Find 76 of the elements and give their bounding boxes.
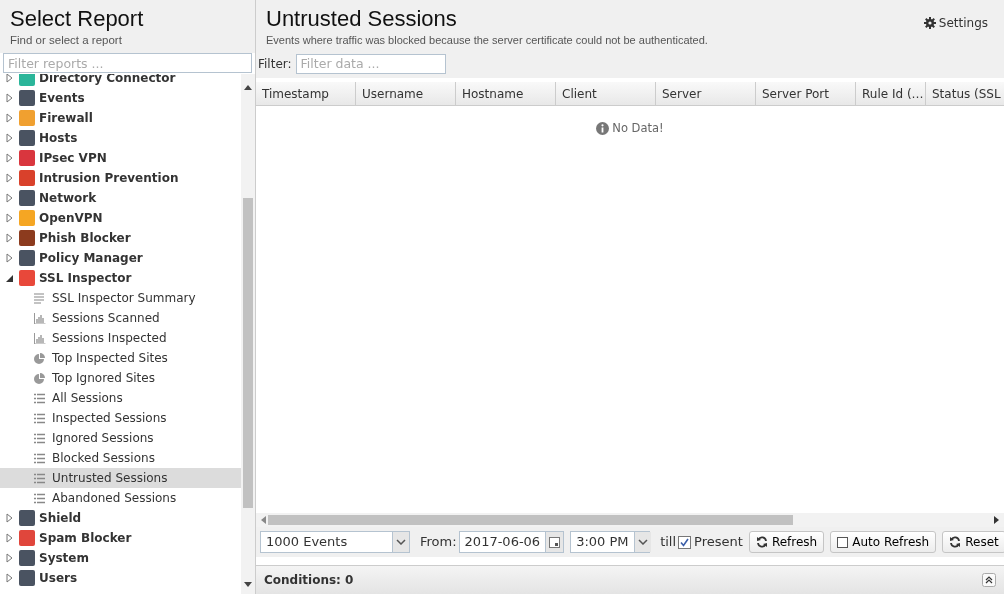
refresh-button[interactable]: Refresh [748,531,825,553]
auto-refresh-button[interactable]: Auto Refresh [830,531,937,553]
column-header[interactable]: Status (SSL [926,82,1004,105]
date-field[interactable]: 2017-06-06 [458,531,565,553]
refresh-icon [755,536,768,548]
pie-chart-icon [34,372,46,384]
tree-item[interactable]: Abandoned Sessions [0,488,241,509]
tree-item[interactable]: System [0,548,241,569]
tree-item[interactable]: Inspected Sessions [0,408,241,429]
list-icon [34,492,46,504]
present-label[interactable]: Present [694,532,743,552]
scroll-left-icon[interactable] [260,516,266,524]
pie-chart-icon [34,352,46,364]
filter-label: Filter: [258,55,292,73]
tree-item[interactable]: Spam Blocker [0,528,241,549]
tree-item[interactable]: Top Ignored Sites [0,368,241,389]
tree-item[interactable]: IPsec VPN [0,148,241,169]
settings-button[interactable]: Settings [923,12,994,32]
column-header[interactable]: Client [556,82,656,105]
tree-item[interactable]: Intrusion Prevention [0,168,241,189]
refresh-icon [949,536,962,548]
bar-chart-icon [34,312,46,324]
column-header[interactable]: Rule Id (… [856,82,926,105]
time-dropdown[interactable]: 3:00 PM [570,531,651,553]
tree-item[interactable]: Events [0,88,241,109]
filter-data-field[interactable]: Filter data ... [295,53,446,74]
filter-reports-field[interactable]: Filter reports ... [3,53,252,74]
text-lines-icon [34,292,46,304]
reset-button[interactable]: Reset [942,531,1004,553]
tree-item[interactable]: Firewall [0,108,241,129]
tree-item[interactable]: Sessions Scanned [0,308,241,329]
tree-item[interactable]: Phish Blocker [0,228,241,249]
tree-item[interactable]: Sessions Inspected [0,328,241,349]
tree-item[interactable]: SSL Inspector [0,268,241,289]
from-label: From: [420,533,457,552]
column-header[interactable]: Server [656,82,756,105]
tree-item[interactable]: Network [0,188,241,209]
horizontal-scrollbar[interactable] [256,513,1004,527]
bar-chart-icon [34,332,46,344]
event-limit-dropdown[interactable]: 1000 Events [260,531,410,553]
conditions-label: Conditions: 0 [264,572,354,589]
tree-item[interactable]: All Sessions [0,388,241,409]
list-icon [34,392,46,404]
list-icon [34,432,46,444]
tree-item[interactable]: Blocked Sessions [0,448,241,469]
scroll-up-icon[interactable] [244,84,252,91]
tree-item[interactable]: OpenVPN [0,208,241,229]
till-label: till [660,533,677,552]
settings-icon [923,17,936,29]
tree-item[interactable]: Top Inspected Sites [0,348,241,369]
tree-item[interactable]: Hosts [0,128,241,149]
panel-title: Select Report [10,6,145,32]
scroll-right-icon[interactable] [994,516,1000,524]
column-header[interactable]: Hostname [456,82,556,105]
report-title: Untrusted Sessions [266,6,458,32]
scrollbar[interactable] [241,74,255,594]
calendar-icon [549,536,561,548]
list-icon [34,472,46,484]
column-header[interactable]: Username [356,82,456,105]
checkbox[interactable] [678,535,692,549]
column-header[interactable]: Server Port [756,82,856,105]
tree-item[interactable]: SSL Inspector Summary [0,288,241,309]
report-description: Events where traffic was blocked because the server certificate could not be authenticated. [266,33,708,48]
tree-item[interactable]: Ignored Sessions [0,428,241,449]
column-header[interactable]: Timestamp [256,82,356,105]
list-icon [34,412,46,424]
list-icon [34,452,46,464]
tree-item[interactable]: Untrusted Sessions [0,468,241,489]
empty-message: No Data! [612,120,664,137]
panel-subtitle: Find or select a report [10,33,123,48]
info-icon [596,122,610,136]
tree-item[interactable]: Shield [0,508,241,529]
collapse-icon[interactable] [982,573,996,587]
tree-item[interactable]: Policy Manager [0,248,241,269]
scroll-down-icon[interactable] [244,582,252,588]
tree-item[interactable]: Users [0,568,241,589]
